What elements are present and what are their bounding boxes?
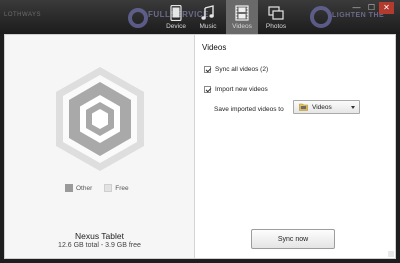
- top-bar: LOTHWAYS FULLSERVICE LIGHTEN THE Device …: [0, 0, 400, 34]
- film-icon: [235, 5, 249, 21]
- dropdown-value: Videos: [312, 103, 332, 111]
- minimize-button[interactable]: —: [349, 2, 364, 14]
- close-button[interactable]: ✕: [379, 2, 394, 14]
- legend-label: Free: [115, 184, 129, 192]
- legend-swatch: [65, 184, 73, 192]
- storage-legend: Other Free: [65, 184, 129, 192]
- legend-swatch: [104, 184, 113, 192]
- background-text: LOTHWAYS: [4, 12, 42, 18]
- maximize-button[interactable]: ☐: [364, 2, 379, 14]
- tab-music[interactable]: Music: [192, 0, 224, 34]
- tab-label: Music: [199, 23, 217, 30]
- save-location-label: Save imported videos to: [214, 106, 284, 113]
- save-folder-dropdown[interactable]: Videos: [293, 100, 360, 114]
- tab-videos[interactable]: Videos: [226, 0, 258, 34]
- device-pane: Other Free Nexus Tablet 12.6 GB total - …: [5, 35, 195, 258]
- legend-item-free: Free: [104, 184, 129, 192]
- sync-now-button[interactable]: Sync now: [251, 229, 335, 249]
- checkbox-label: Import new videos: [215, 86, 268, 93]
- chevron-down-icon: [351, 106, 355, 109]
- resize-grip[interactable]: [388, 251, 394, 257]
- tab-device[interactable]: Device: [160, 0, 192, 34]
- folder-icon: [299, 103, 308, 111]
- background-logo-circle: [310, 6, 332, 28]
- legend-item-other: Other: [65, 184, 92, 192]
- checkbox-checked[interactable]: [204, 66, 211, 73]
- tab-photos[interactable]: Photos: [260, 0, 292, 34]
- tab-label: Device: [166, 23, 186, 30]
- photos-icon: [268, 6, 284, 20]
- section-title: Videos: [202, 43, 227, 52]
- tab-label: Photos: [265, 23, 287, 30]
- window-controls: — ☐ ✕: [349, 2, 394, 14]
- tab-label: Videos: [232, 23, 252, 30]
- device-name: Nexus Tablet: [75, 231, 124, 241]
- checkbox-checked[interactable]: [204, 86, 211, 93]
- background-logo-circle: [128, 8, 148, 28]
- checkbox-label: Sync all videos (2): [215, 66, 269, 73]
- storage-hexagon-graphic: [56, 67, 144, 171]
- tablet-icon: [170, 5, 182, 21]
- content-area: Other Free Nexus Tablet 12.6 GB total - …: [4, 34, 396, 259]
- import-new-videos-checkbox[interactable]: Import new videos: [204, 86, 268, 93]
- device-storage-summary: 12.6 GB total - 3.9 GB free: [58, 242, 141, 249]
- music-note-icon: [201, 5, 214, 20]
- videos-settings-pane: Videos Sync all videos (2) Import new vi…: [195, 35, 395, 258]
- legend-label: Other: [76, 184, 93, 192]
- sync-all-videos-checkbox[interactable]: Sync all videos (2): [204, 66, 268, 73]
- app-window: LOTHWAYS FULLSERVICE LIGHTEN THE Device …: [0, 0, 400, 263]
